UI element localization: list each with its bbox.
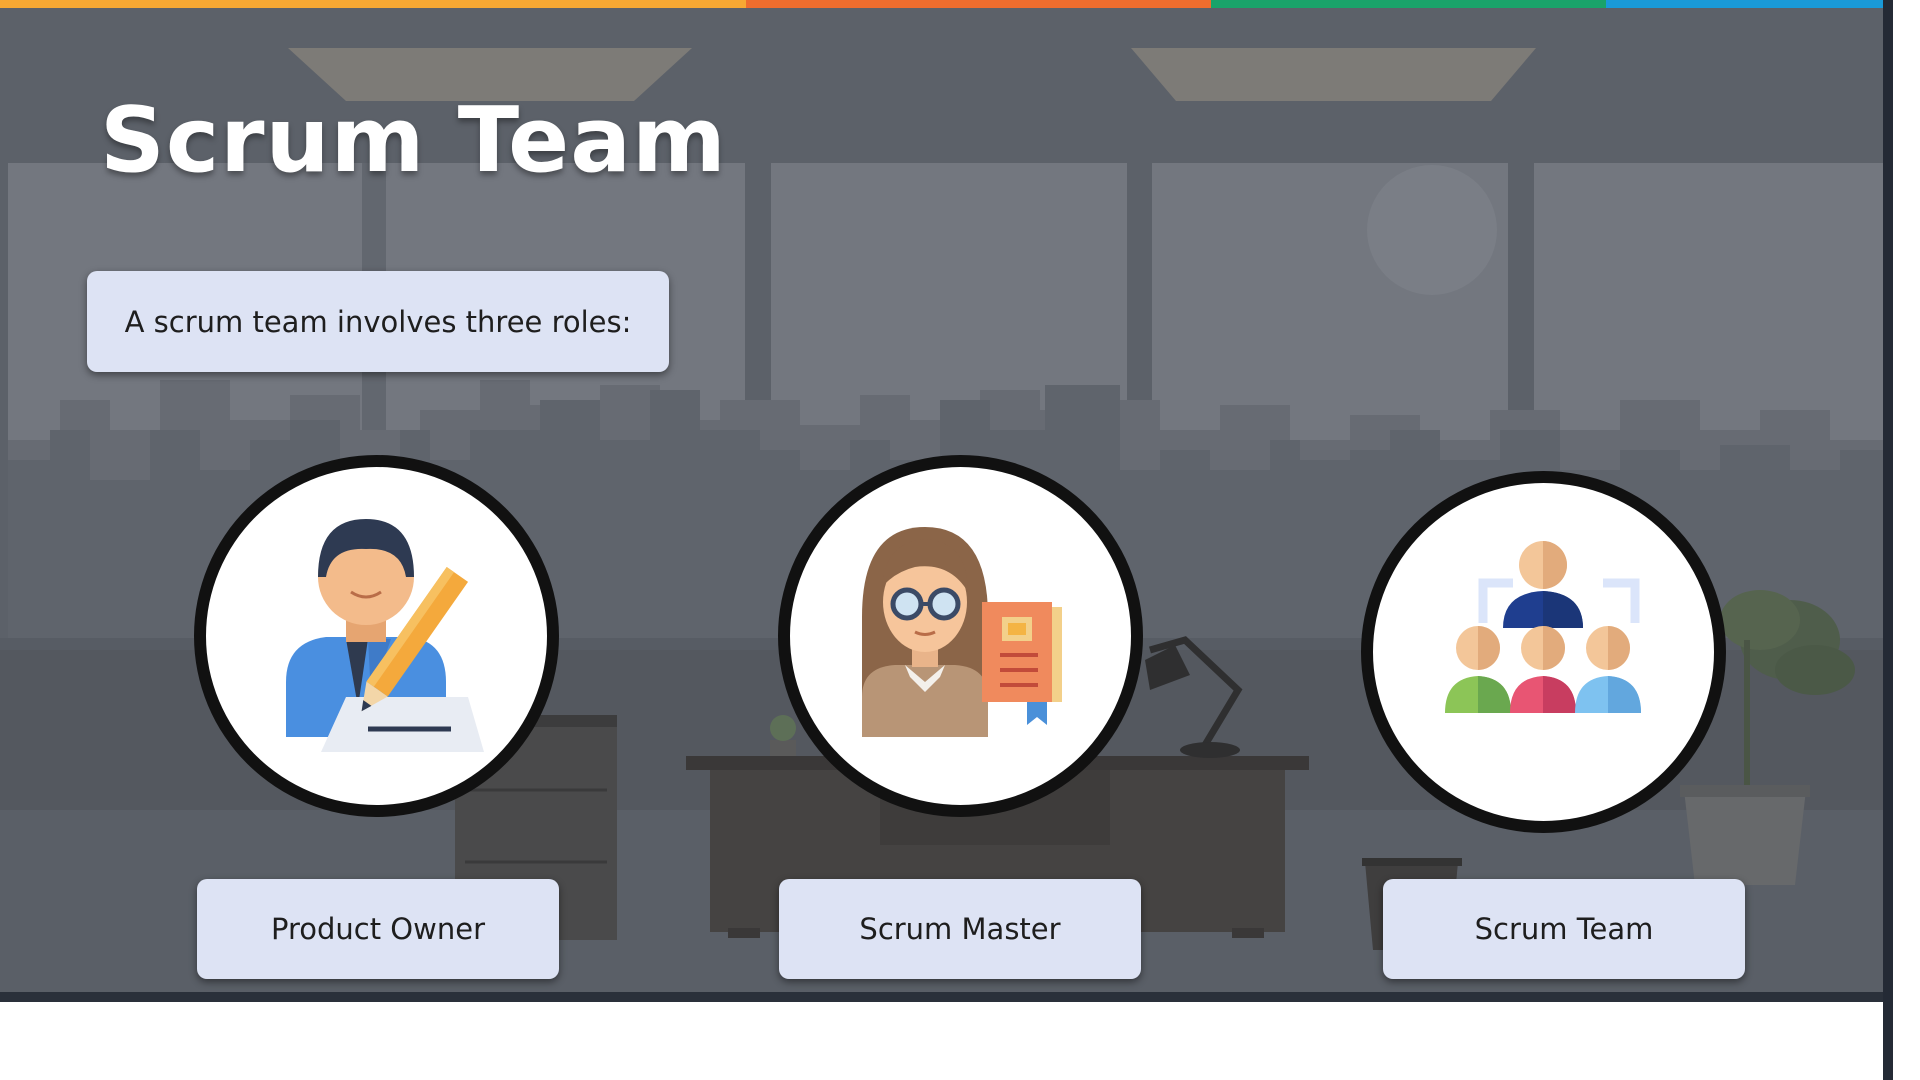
scrum-master-icon [862, 527, 1062, 737]
stripe-segment [1606, 0, 1883, 8]
window-right-edge [1883, 0, 1893, 1080]
scrum-master-card [778, 455, 1143, 817]
slide-bottom-border [0, 992, 1883, 1002]
product-owner-card [194, 455, 559, 817]
scrum-master-label: Scrum Master [779, 879, 1141, 979]
slide-title: Scrum Team [100, 88, 727, 193]
slide: Scrum Team A scrum team involves three r… [0, 0, 1883, 1002]
scrum-team-card [1361, 471, 1726, 833]
product-owner-icon [286, 519, 484, 752]
product-owner-label: Product Owner [197, 879, 559, 979]
stripe-segment [1211, 0, 1606, 8]
stripe-segment [746, 0, 1211, 8]
stripe-segment [0, 0, 746, 8]
top-color-stripe [0, 0, 1883, 8]
scrum-team-icon [1445, 541, 1641, 713]
intro-callout: A scrum team involves three roles: [87, 271, 669, 372]
scrum-team-label: Scrum Team [1383, 879, 1745, 979]
